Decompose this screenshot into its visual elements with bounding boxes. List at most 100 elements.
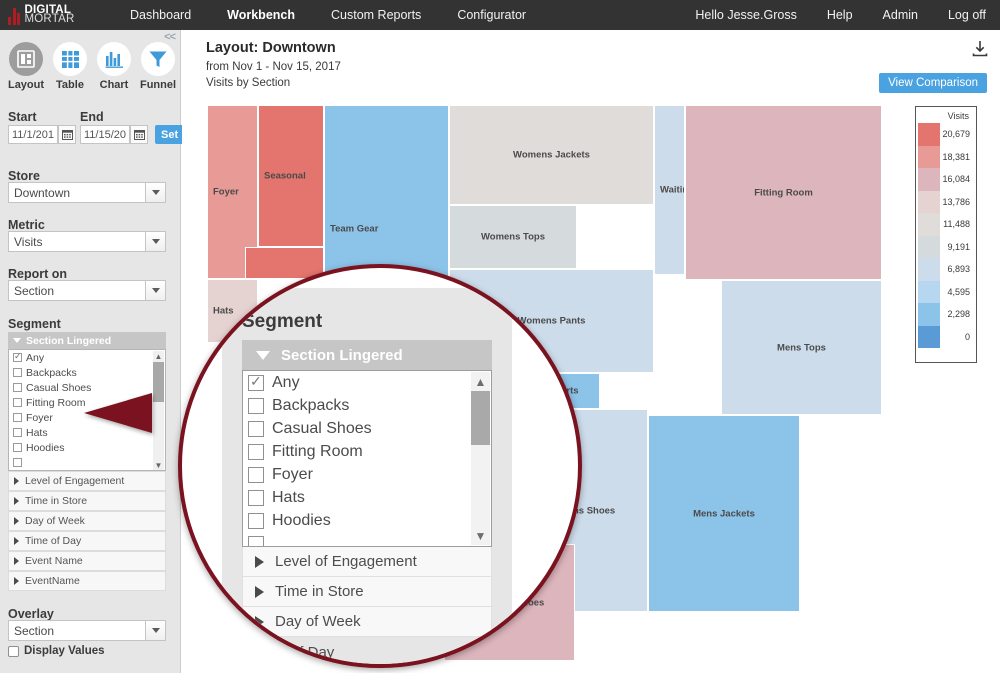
end-date-input[interactable] [80, 125, 130, 144]
checkbox-backpacks[interactable] [13, 368, 22, 377]
overlay-select[interactable]: Section [8, 620, 166, 641]
report-on-label: Report on [8, 267, 68, 281]
chevron-down-icon[interactable] [146, 231, 166, 252]
nav-greeting: Hello Jesse.Gross [695, 8, 797, 22]
treemap-cell[interactable]: Seasonal [258, 105, 324, 247]
checkbox-fitting-room[interactable] [13, 398, 22, 407]
chevron-down-icon[interactable] [146, 280, 166, 301]
nav-item-custom-reports[interactable]: Custom Reports [331, 8, 421, 22]
segment-list-scrollbar[interactable]: ▲ ▼ [153, 351, 164, 470]
checkbox-hats[interactable] [248, 489, 264, 506]
legend-swatch [918, 190, 940, 213]
list-item[interactable]: Casual Shoes [243, 417, 491, 440]
list-item[interactable]: Backpacks [9, 365, 165, 380]
treemap-cell[interactable] [245, 247, 324, 279]
store-select[interactable]: Downtown [8, 182, 166, 203]
magnified-group-label: Level of Engagement [275, 553, 417, 570]
checkbox-hoodies[interactable] [13, 443, 22, 452]
treemap-cell[interactable]: Womens Jackets [449, 105, 654, 205]
checkbox-foyer[interactable] [248, 466, 264, 483]
start-date-input[interactable] [8, 125, 58, 144]
list-item[interactable]: Any [9, 350, 165, 365]
legend-swatch [918, 303, 940, 326]
scroll-down-icon[interactable]: ▼ [471, 526, 490, 545]
download-icon[interactable] [972, 40, 988, 62]
treemap-cell[interactable]: Waiting Area [654, 105, 685, 275]
segment-group-section-lingered[interactable]: Section Lingered [8, 332, 166, 349]
display-values-checkbox[interactable]: Display Values [8, 645, 105, 657]
view-button-layout[interactable]: Layout [4, 42, 48, 91]
nav-item-configurator[interactable]: Configurator [457, 8, 526, 22]
report-on-select[interactable]: Section [8, 280, 166, 301]
treemap-cell[interactable]: Mens Jackets [648, 415, 800, 612]
checkbox-foyer[interactable] [13, 413, 22, 422]
nav-item-admin[interactable]: Admin [883, 8, 918, 22]
scroll-up-icon[interactable]: ▲ [153, 351, 164, 362]
list-item[interactable]: Any [243, 371, 491, 394]
checkbox-display-values[interactable] [8, 645, 19, 657]
bar-chart-icon [97, 42, 131, 76]
legend-row: 20,679 [918, 123, 974, 146]
magnified-list-scrollbar[interactable]: ▲ ▼ [471, 372, 490, 545]
segment-group-time-of-day[interactable]: Time of Day [8, 531, 166, 551]
magnified-group-time-of-day[interactable]: Time of Day [242, 637, 492, 664]
list-item[interactable]: Hats [243, 486, 491, 509]
view-comparison-button[interactable]: View Comparison [879, 73, 987, 93]
scrollbar-thumb[interactable] [153, 362, 164, 402]
scrollbar-thumb[interactable] [471, 391, 490, 445]
magnified-group-label: Time of Day [254, 643, 335, 661]
segment-group-event-name[interactable]: Event Name [8, 551, 166, 571]
checkbox-any[interactable] [13, 351, 22, 362]
scroll-down-icon[interactable]: ▼ [153, 460, 164, 470]
segment-group-level-of-engagement[interactable]: Level of Engagement [8, 471, 166, 491]
list-item[interactable] [9, 455, 165, 470]
checkbox-casual-shoes[interactable] [13, 383, 22, 392]
checkbox-hats[interactable] [13, 428, 22, 437]
checkbox-next[interactable] [248, 535, 264, 546]
list-item[interactable] [243, 532, 491, 546]
magnified-group-time-in-store[interactable]: Time in Store [242, 577, 492, 607]
checkbox-hoodies[interactable] [248, 512, 264, 529]
checkbox-fitting-room[interactable] [248, 443, 264, 460]
set-date-range-button[interactable]: Set [155, 125, 185, 144]
nav-item-dashboard[interactable]: Dashboard [130, 8, 191, 22]
start-date-calendar-icon[interactable] [58, 125, 76, 144]
list-item-label: Any [26, 351, 45, 364]
list-item[interactable]: Fitting Room [243, 440, 491, 463]
list-item[interactable]: Backpacks [243, 394, 491, 417]
list-item[interactable]: Hoodies [243, 509, 491, 532]
chevron-down-icon[interactable] [146, 620, 166, 641]
list-item-label: Foyer [272, 465, 313, 483]
scroll-up-icon[interactable]: ▲ [471, 372, 490, 391]
treemap-cell-label: Foyer [213, 186, 239, 198]
segment-group-time-in-store[interactable]: Time in Store [8, 491, 166, 511]
view-button-chart[interactable]: Chart [92, 42, 136, 91]
magnified-group-section-lingered[interactable]: Section Lingered [242, 340, 492, 370]
metric-select[interactable]: Visits [8, 231, 166, 252]
checkbox-casual-shoes[interactable] [248, 420, 264, 437]
list-item[interactable]: Foyer [243, 463, 491, 486]
segment-group-eventname[interactable]: EventName [8, 571, 166, 591]
checkbox-next[interactable] [13, 458, 22, 467]
end-date-calendar-icon[interactable] [130, 125, 148, 144]
list-item[interactable]: Hoodies [9, 440, 165, 455]
nav-item-help[interactable]: Help [827, 8, 853, 22]
view-button-funnel[interactable]: Funnel [136, 42, 180, 91]
triangle-right-icon [14, 517, 19, 525]
treemap-cell[interactable]: Mens Tops [721, 280, 882, 415]
nav-item-workbench[interactable]: Workbench [227, 8, 295, 22]
treemap-cell[interactable]: Fitting Room [685, 105, 882, 280]
chevron-down-icon[interactable] [146, 182, 166, 203]
magnified-group-level-of-engagement[interactable]: Level of Engagement [242, 547, 492, 577]
magnified-group-day-of-week[interactable]: Day of Week [242, 607, 492, 637]
checkbox-backpacks[interactable] [248, 397, 264, 414]
checkbox-any[interactable] [248, 373, 264, 391]
brand-logo[interactable]: DIGITAL MORTAR [8, 4, 94, 25]
segment-group-day-of-week[interactable]: Day of Week [8, 511, 166, 531]
legend-value: 11,488 [943, 219, 970, 230]
treemap-cell[interactable]: Womens Tops [449, 205, 577, 269]
nav-item-logoff[interactable]: Log off [948, 8, 986, 22]
legend-value: 9,191 [947, 241, 970, 252]
magnified-option-list[interactable]: Any Backpacks Casual Shoes Fitting Room … [242, 370, 492, 547]
view-button-table[interactable]: Table [48, 42, 92, 91]
